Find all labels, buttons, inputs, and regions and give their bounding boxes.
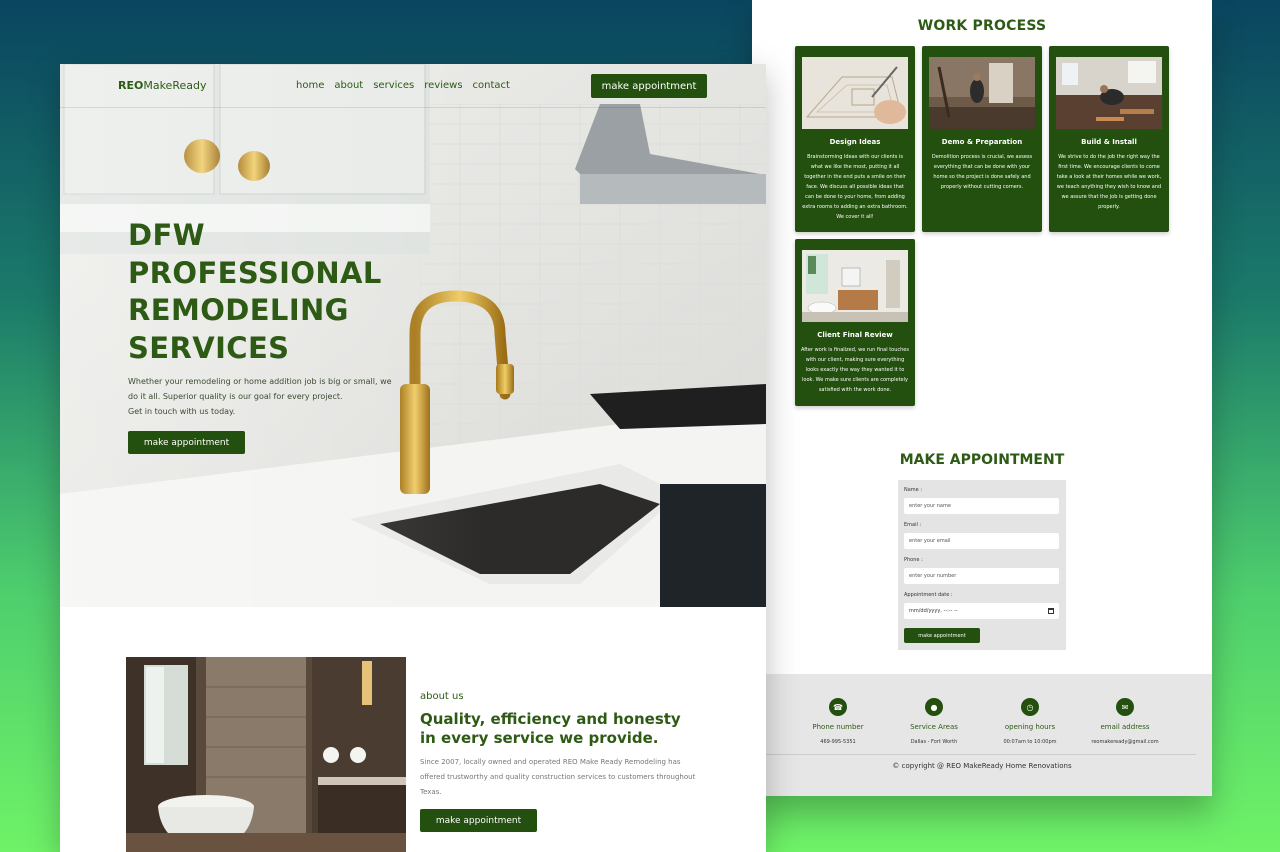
appointment-form: Name : enter your name Email : enter you…	[898, 480, 1066, 650]
home-page: REOMakeReady home about services reviews…	[60, 64, 766, 852]
card-description: After work is finalized, we run final to…	[801, 347, 909, 393]
hero-heading-line: REMODELING	[128, 293, 349, 327]
nav-links: home about services reviews contact	[296, 80, 510, 91]
phone-label: Phone :	[904, 557, 923, 563]
email-icon: ✉	[1116, 698, 1134, 716]
map-pin-icon: ●	[925, 698, 943, 716]
card-title: Client Final Review	[817, 331, 893, 339]
hero-heading-line: PROFESSIONAL	[128, 255, 382, 290]
hero-heading: DFW PROFESSIONAL REMODELING SERVICES	[128, 217, 382, 367]
nav-link-home[interactable]: home	[296, 80, 324, 91]
date-label: Appointment date :	[904, 592, 953, 598]
hero-description: Whether your remodeling or home addition…	[128, 374, 398, 419]
nav-link-reviews[interactable]: reviews	[424, 80, 462, 91]
card-title: Demo & Preparation	[941, 138, 1023, 146]
date-input[interactable]: mm/dd/yyyy, --:-- --	[904, 603, 1059, 619]
email-label: Email :	[904, 522, 922, 528]
client-review-image	[802, 250, 908, 322]
date-value: mm/dd/yyyy, --:-- --	[909, 608, 958, 614]
footer-email: ✉ email address reomakeready@gmail.com	[1070, 698, 1180, 745]
work-process-page: WORK PROCESS Design Ideas Brainstorming …	[752, 0, 1212, 796]
footer-value: 00:07am to 10:00pm	[1003, 739, 1057, 745]
card-description: Demolition process is crucial, we assess…	[931, 154, 1033, 190]
site-logo[interactable]: REOMakeReady	[118, 79, 206, 92]
footer-value: Dallas - Fort Worth	[910, 739, 958, 745]
process-card-design: Design Ideas Brainstorming Ideas with ou…	[795, 46, 915, 232]
process-card-build: Build & Install We strive to do the job …	[1049, 46, 1169, 232]
about-appointment-button[interactable]: make appointment	[420, 809, 537, 832]
about-heading: Quality, efficiency and honesty in every…	[420, 710, 681, 747]
process-card-review: Client Final Review After work is finali…	[795, 239, 915, 406]
footer-label: opening hours	[1004, 723, 1056, 731]
phone-input[interactable]: enter your number	[904, 568, 1059, 584]
work-process-title: WORK PROCESS	[917, 18, 1047, 34]
hero-paragraph: Get in touch with us today.	[128, 407, 236, 416]
demo-preparation-image	[929, 57, 1035, 129]
footer-service-areas: ● Service Areas Dallas - Fort Worth	[879, 698, 989, 745]
clock-icon: ◷	[1021, 698, 1039, 716]
name-label: Name :	[904, 487, 923, 493]
card-title: Build & Install	[1081, 138, 1137, 146]
calendar-icon[interactable]	[1048, 608, 1054, 614]
copyright: © copyright @ REO MakeReady Home Renovat…	[892, 762, 1072, 770]
bathroom-image	[126, 657, 406, 852]
top-navigation: REOMakeReady home about services reviews…	[60, 64, 766, 108]
build-install-image	[1056, 57, 1162, 129]
about-body: Since 2007, locally owned and operated R…	[420, 758, 696, 796]
footer-value[interactable]: reomakeready@gmail.com	[1070, 739, 1180, 745]
hero-section: REOMakeReady home about services reviews…	[60, 64, 766, 607]
footer-value: 469-995-5351	[820, 739, 856, 745]
footer-label: Phone number	[812, 723, 864, 731]
appointment-title: MAKE APPOINTMENT	[899, 452, 1065, 468]
card-description: We strive to do the job the right way th…	[1056, 154, 1162, 210]
footer-divider	[766, 754, 1196, 755]
about-kicker: about us	[420, 691, 464, 702]
card-title: Design Ideas	[829, 138, 881, 146]
footer-label: email address	[1100, 723, 1150, 731]
submit-appointment-button[interactable]: make appointment	[904, 628, 980, 643]
name-input[interactable]: enter your name	[904, 498, 1059, 514]
phone-icon: ☎	[829, 698, 847, 716]
nav-link-about[interactable]: about	[334, 80, 363, 91]
hero-appointment-button[interactable]: make appointment	[128, 431, 245, 454]
logo-bold: REO	[118, 79, 144, 92]
nav-appointment-button[interactable]: make appointment	[591, 74, 707, 98]
nav-link-services[interactable]: services	[373, 80, 414, 91]
card-description: Brainstorming Ideas with our clients is …	[802, 154, 908, 220]
footer-hours: ◷ opening hours 00:07am to 10:00pm	[975, 698, 1085, 745]
hero-paragraph: Whether your remodeling or home addition…	[128, 377, 392, 401]
hero-heading-line: DFW	[128, 218, 206, 252]
process-card-demo: Demo & Preparation Demolition process is…	[922, 46, 1042, 232]
email-input[interactable]: enter your email	[904, 533, 1059, 549]
hero-heading-line: SERVICES	[128, 330, 290, 365]
footer: ☎ Phone number 469-995-5351 ● Service Ar…	[752, 674, 1212, 796]
footer-label: Service Areas	[910, 723, 958, 731]
footer-phone: ☎ Phone number 469-995-5351	[783, 698, 893, 745]
nav-link-contact[interactable]: contact	[473, 80, 510, 91]
design-ideas-image	[802, 57, 908, 129]
logo-text: MakeReady	[143, 79, 207, 92]
